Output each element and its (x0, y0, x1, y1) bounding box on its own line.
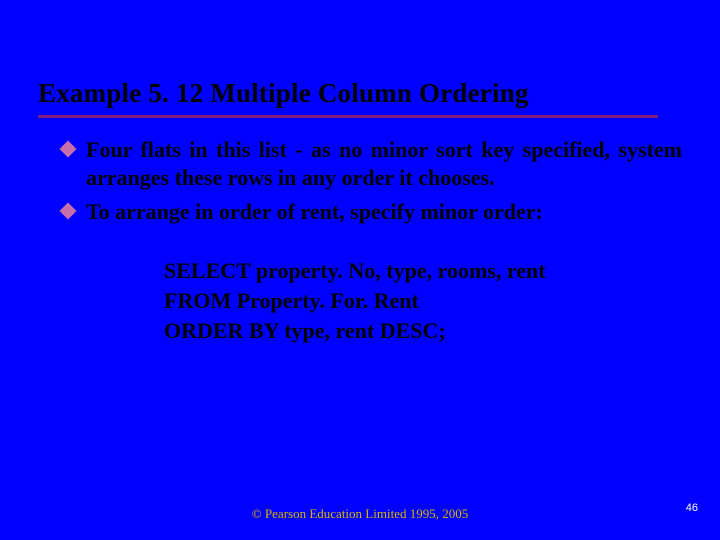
list-item: To arrange in order of rent, specify min… (60, 198, 682, 226)
diamond-icon (60, 141, 77, 158)
list-item: Four flats in this list - as no minor so… (60, 136, 682, 192)
slide-title: Example 5. 12 Multiple Column Ordering (38, 78, 682, 109)
bullet-text: To arrange in order of rent, specify min… (86, 199, 543, 224)
sql-line: ORDER BY type, rent DESC; (164, 316, 644, 346)
title-region: Example 5. 12 Multiple Column Ordering (0, 0, 720, 118)
sql-line: FROM Property. For. Rent (164, 286, 644, 316)
body-region: Four flats in this list - as no minor so… (0, 118, 720, 346)
diamond-icon (60, 203, 77, 220)
sql-block: SELECT property. No, type, rooms, rent F… (60, 232, 682, 345)
bullet-text: Four flats in this list - as no minor so… (86, 137, 682, 190)
footer-copyright: © Pearson Education Limited 1995, 2005 (0, 506, 720, 522)
sql-line: SELECT property. No, type, rooms, rent (164, 256, 644, 286)
bullet-list: Four flats in this list - as no minor so… (60, 136, 682, 226)
slide: Example 5. 12 Multiple Column Ordering F… (0, 0, 720, 540)
page-number: 46 (686, 502, 698, 514)
